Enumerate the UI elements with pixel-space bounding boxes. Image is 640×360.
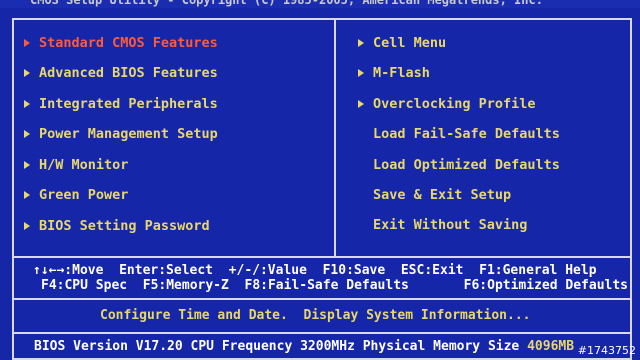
photo-watermark: #1743752: [577, 344, 636, 357]
description-bottom-divider: [12, 332, 632, 334]
menu-item-exit-without-saving[interactable]: Exit Without Saving: [373, 216, 527, 234]
menu-item-cell-menu[interactable]: Cell Menu: [358, 34, 446, 52]
menu-item-standard-cmos-features[interactable]: Standard CMOS Features: [24, 34, 218, 52]
menu-item-label: Green Power: [39, 187, 129, 203]
title-bar: CMOS Setup Utility - Copyright (C) 1985-…: [0, 0, 640, 8]
system-status-line: BIOS Version V17.20 CPU Frequency 3200MH…: [34, 339, 574, 354]
status-text: BIOS Version V17.20 CPU Frequency 3200MH…: [34, 339, 528, 354]
menu-item-label: Exit Without Saving: [373, 217, 528, 233]
menu-item-label: Overclocking Profile: [373, 96, 536, 112]
menu-bottom-divider: [12, 256, 632, 258]
menu-item-label: Save & Exit Setup: [373, 187, 512, 203]
memory-size-value: 4096MB: [527, 339, 575, 354]
column-divider: [334, 18, 336, 256]
menu-item-label: M-Flash: [373, 65, 430, 81]
menu-item-overclocking-profile[interactable]: Overclocking Profile: [358, 95, 536, 113]
menu-item-label: BIOS Setting Password: [39, 218, 210, 234]
bios-screen: CMOS Setup Utility - Copyright (C) 1985-…: [0, 0, 640, 360]
submenu-arrow-icon: [358, 69, 364, 77]
menu-item-label: Cell Menu: [373, 35, 447, 51]
submenu-arrow-icon: [24, 191, 30, 199]
menu-item-label: Standard CMOS Features: [39, 35, 218, 51]
menu-item-label: Power Management Setup: [39, 126, 218, 142]
submenu-arrow-icon: [358, 100, 364, 108]
submenu-arrow-icon: [24, 100, 30, 108]
menu-item-label: Load Fail-Safe Defaults: [373, 126, 560, 142]
menu-item-load-optimized-defaults[interactable]: Load Optimized Defaults: [373, 156, 560, 174]
menu-item-label: Advanced BIOS Features: [39, 65, 218, 81]
submenu-arrow-icon: [24, 222, 30, 230]
menu-item-power-management-setup[interactable]: Power Management Setup: [24, 125, 218, 143]
menu-item-bios-setting-password[interactable]: BIOS Setting Password: [24, 217, 210, 235]
submenu-arrow-icon: [24, 39, 30, 47]
item-description: Configure Time and Date. Display System …: [100, 308, 531, 323]
menu-item-integrated-peripherals[interactable]: Integrated Peripherals: [24, 95, 218, 113]
help-line-function-keys: F4:CPU Spec F5:Memory-Z F8:Fail-Safe Def…: [41, 278, 628, 293]
help-line-keys: ↑↓←→:Move Enter:Select +/-/:Value F10:Sa…: [33, 263, 597, 278]
menu-item-green-power[interactable]: Green Power: [24, 186, 128, 204]
menu-item-load-fail-safe-defaults[interactable]: Load Fail-Safe Defaults: [373, 125, 560, 143]
submenu-arrow-icon: [24, 130, 30, 138]
submenu-arrow-icon: [24, 69, 30, 77]
menu-item-label: Integrated Peripherals: [39, 96, 218, 112]
submenu-arrow-icon: [358, 39, 364, 47]
menu-item-m-flash[interactable]: M-Flash: [358, 64, 430, 82]
help-bottom-divider: [12, 298, 632, 300]
submenu-arrow-icon: [24, 161, 30, 169]
menu-item-label: Load Optimized Defaults: [373, 157, 560, 173]
menu-item-save-exit-setup[interactable]: Save & Exit Setup: [373, 186, 511, 204]
menu-item-label: H/W Monitor: [39, 157, 129, 173]
menu-item-advanced-bios-features[interactable]: Advanced BIOS Features: [24, 64, 218, 82]
menu-item-hw-monitor[interactable]: H/W Monitor: [24, 156, 128, 174]
